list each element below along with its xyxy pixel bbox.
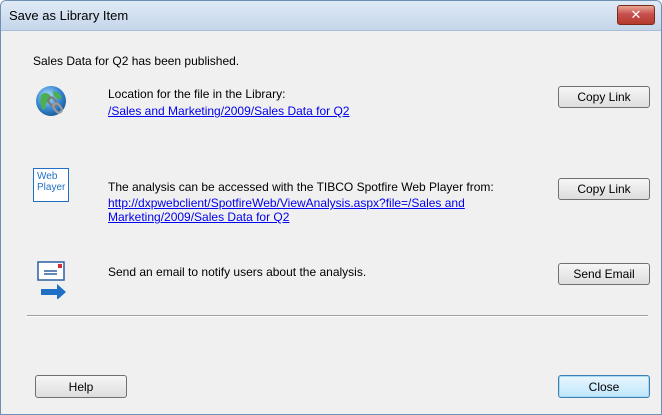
close-window-button[interactable]: ✕ bbox=[617, 5, 655, 25]
separator-line bbox=[27, 315, 648, 317]
help-button[interactable]: Help bbox=[35, 375, 127, 398]
copy-web-player-link-button[interactable]: Copy Link bbox=[558, 178, 650, 200]
web-player-link[interactable]: http://dxpwebclient/SpotfireWeb/ViewAnal… bbox=[108, 196, 548, 224]
web-player-icon-text-2: Player bbox=[37, 182, 66, 193]
web-player-icon: Web Player bbox=[33, 168, 69, 202]
globe-link-icon bbox=[33, 83, 73, 123]
published-message: Sales Data for Q2 has been published. bbox=[33, 54, 240, 68]
web-player-icon-text-1: Web bbox=[37, 171, 58, 182]
library-location-link[interactable]: /Sales and Marketing/2009/Sales Data for… bbox=[108, 104, 349, 118]
title-bar[interactable]: Save as Library Item ✕ bbox=[1, 1, 661, 31]
dialog-window: Save as Library Item ✕ Sales Data for Q2… bbox=[0, 0, 662, 415]
web-player-label: The analysis can be accessed with the TI… bbox=[108, 180, 494, 194]
web-player-link-line-1: http://dxpwebclient/SpotfireWeb/ViewAnal… bbox=[108, 196, 465, 210]
copy-library-link-button[interactable]: Copy Link bbox=[558, 86, 650, 108]
library-location-label: Location for the file in the Library: bbox=[108, 87, 286, 101]
close-icon: ✕ bbox=[630, 7, 642, 22]
email-label: Send an email to notify users about the … bbox=[108, 265, 367, 279]
send-email-button[interactable]: Send Email bbox=[558, 263, 650, 285]
web-player-link-line-2: Marketing/2009/Sales Data for Q2 bbox=[108, 210, 290, 224]
close-button[interactable]: Close bbox=[558, 375, 650, 398]
window-title: Save as Library Item bbox=[9, 8, 129, 23]
send-email-icon bbox=[35, 259, 75, 300]
dialog-content: Sales Data for Q2 has been published. Lo… bbox=[9, 31, 653, 406]
